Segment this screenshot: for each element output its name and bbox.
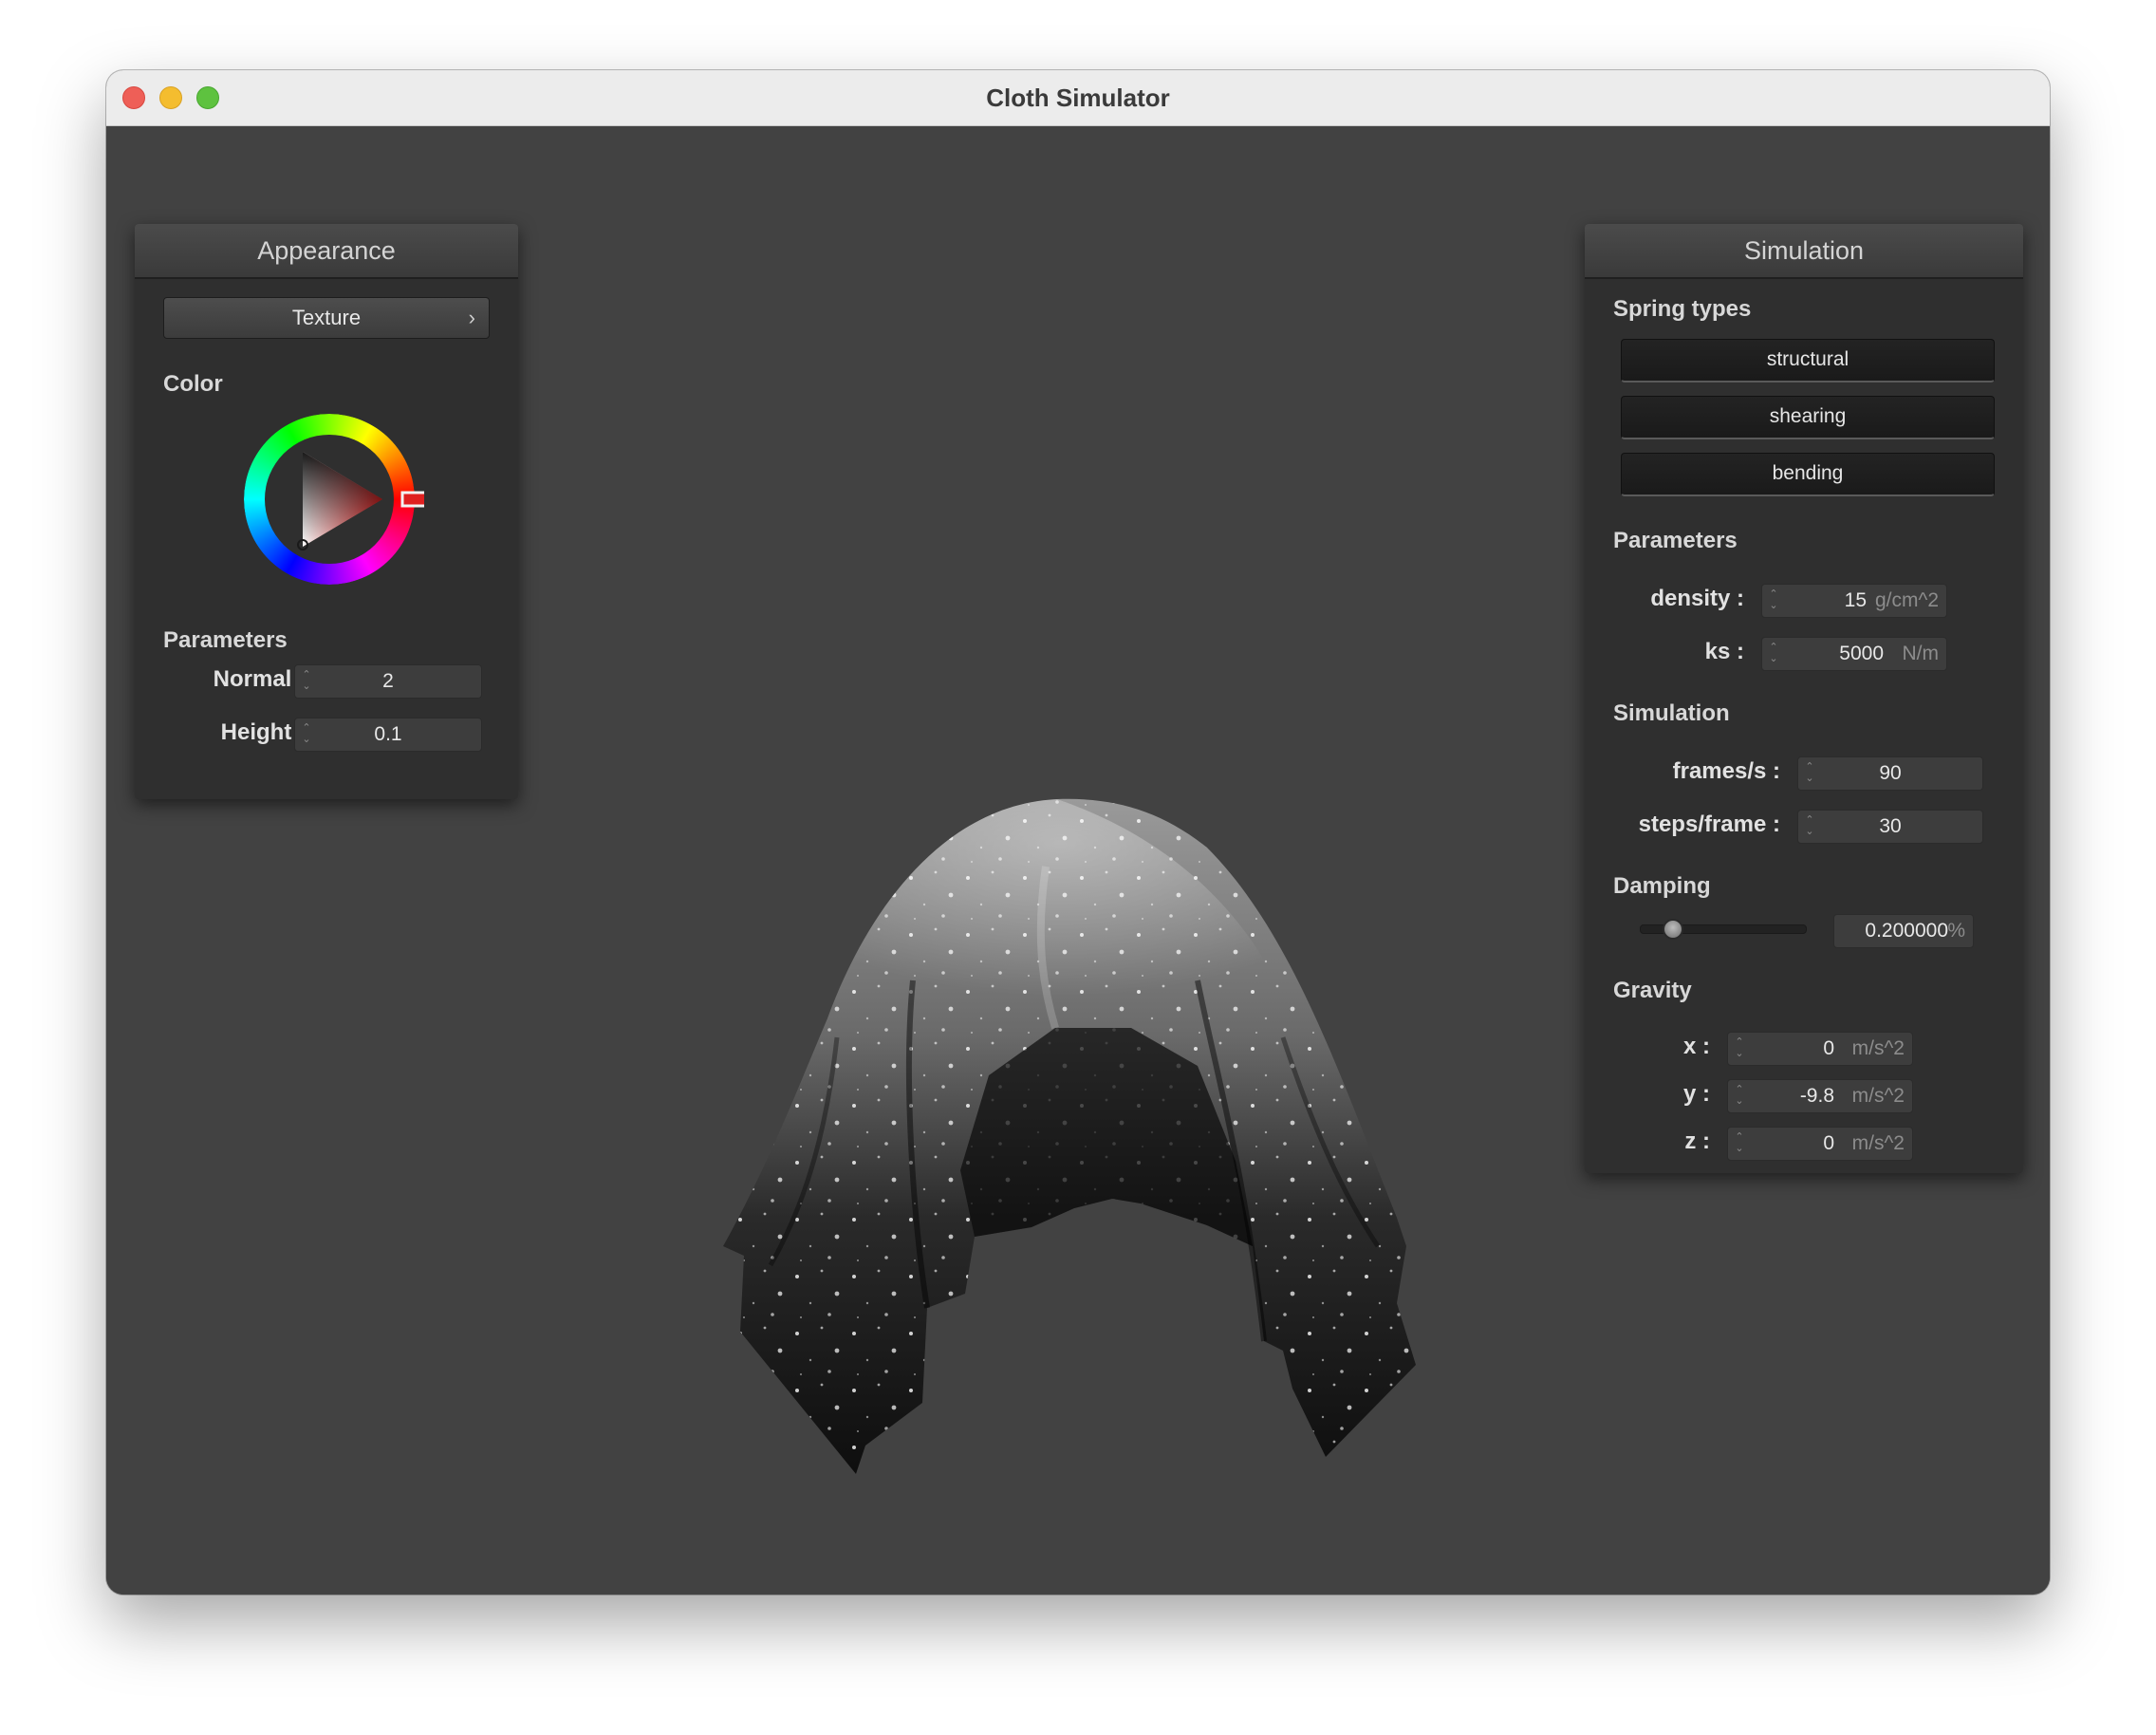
gravity-z-label: z : — [1684, 1129, 1710, 1154]
simulation-panel-header[interactable]: Simulation — [1585, 224, 2023, 279]
gravity-y-value: -9.8 — [1799, 1085, 1834, 1107]
bending-spring-toggle[interactable]: bending — [1621, 453, 1995, 496]
gravity-y-input[interactable]: ⌃ ⌄ -9.8 m/s^2 — [1727, 1079, 1913, 1113]
gravity-z-value: 0 — [1823, 1132, 1834, 1154]
density-label: density : — [1650, 586, 1744, 611]
simulation-panel: Simulation Spring types structural shear… — [1585, 224, 2023, 1173]
damping-slider-knob[interactable] — [1662, 919, 1683, 940]
height-value: 0.1 — [374, 723, 402, 745]
color-wheel[interactable] — [244, 414, 424, 594]
steps-per-frame-value: 30 — [1879, 815, 1902, 837]
app-window: Cloth Simulator Appearance Texture › Col… — [106, 70, 2050, 1595]
texture-button-label: Texture — [291, 306, 362, 329]
window-title: Cloth Simulator — [986, 84, 1170, 112]
chevron-right-icon: › — [468, 306, 475, 329]
appearance-panel-header[interactable]: Appearance — [135, 224, 518, 279]
damping-unit: % — [1947, 920, 1965, 942]
simulation-section-label: Simulation — [1613, 700, 1730, 726]
gravity-y-label: y : — [1682, 1081, 1710, 1107]
gravity-x-unit: m/s^2 — [1851, 1037, 1905, 1059]
spinner-icon[interactable]: ⌃ ⌄ — [1734, 1131, 1745, 1156]
appearance-panel: Appearance Texture › Color Parameters No… — [135, 224, 518, 799]
ks-unit: N/m — [1902, 643, 1940, 664]
height-input[interactable]: ⌃ ⌄ 0.1 — [294, 718, 482, 752]
density-value: 15 — [1844, 589, 1867, 611]
frames-per-second-value: 90 — [1879, 762, 1902, 784]
spring-types-label: Spring types — [1613, 296, 1752, 322]
gravity-x-label: x : — [1682, 1034, 1710, 1059]
3d-viewport[interactable]: Appearance Texture › Color Parameters No… — [106, 126, 2050, 1595]
ks-value: 5000 — [1839, 643, 1884, 664]
spinner-icon[interactable]: ⌃ ⌄ — [1768, 588, 1779, 613]
damping-input[interactable]: 0.200000 % — [1833, 914, 1974, 948]
frames-per-second-label: frames/s : — [1672, 758, 1780, 784]
spinner-icon[interactable]: ⌃ ⌄ — [1768, 642, 1779, 666]
density-unit: g/cm^2 — [1874, 589, 1939, 611]
gravity-label: Gravity — [1613, 978, 1692, 1003]
gravity-x-input[interactable]: ⌃ ⌄ 0 m/s^2 — [1727, 1032, 1913, 1066]
height-label: Height : — [220, 719, 306, 745]
damping-value: 0.200000 — [1865, 920, 1948, 942]
shearing-spring-toggle[interactable]: shearing — [1621, 396, 1995, 439]
normal-input[interactable]: ⌃ ⌄ 2 — [294, 664, 482, 699]
texture-button[interactable]: Texture › — [163, 297, 490, 339]
steps-per-frame-label: steps/frame : — [1638, 812, 1780, 837]
hue-selector-handle[interactable] — [400, 491, 424, 508]
frames-per-second-input[interactable]: ⌃ ⌄ 90 — [1797, 756, 1983, 791]
density-input[interactable]: ⌃ ⌄ 15 g/cm^2 — [1761, 584, 1947, 618]
simulation-parameters-label: Parameters — [1613, 528, 1738, 553]
gravity-y-unit: m/s^2 — [1851, 1085, 1905, 1107]
gravity-z-unit: m/s^2 — [1851, 1132, 1905, 1154]
ks-label: ks : — [1704, 639, 1744, 664]
damping-label: Damping — [1613, 873, 1711, 899]
gravity-x-value: 0 — [1823, 1037, 1834, 1059]
gravity-z-input[interactable]: ⌃ ⌄ 0 m/s^2 — [1727, 1127, 1913, 1161]
appearance-parameters-label: Parameters — [163, 627, 288, 653]
ks-input[interactable]: ⌃ ⌄ 5000 N/m — [1761, 637, 1947, 671]
normal-label: Normal : — [213, 666, 306, 692]
structural-spring-toggle[interactable]: structural — [1621, 339, 1995, 382]
color-section-label: Color — [163, 371, 223, 397]
spinner-icon[interactable]: ⌃ ⌄ — [1734, 1036, 1745, 1061]
steps-per-frame-input[interactable]: ⌃ ⌄ 30 — [1797, 810, 1983, 844]
normal-value: 2 — [382, 670, 394, 692]
spinner-icon[interactable]: ⌃ ⌄ — [1734, 1084, 1745, 1109]
title-bar[interactable]: Cloth Simulator — [106, 70, 2050, 126]
